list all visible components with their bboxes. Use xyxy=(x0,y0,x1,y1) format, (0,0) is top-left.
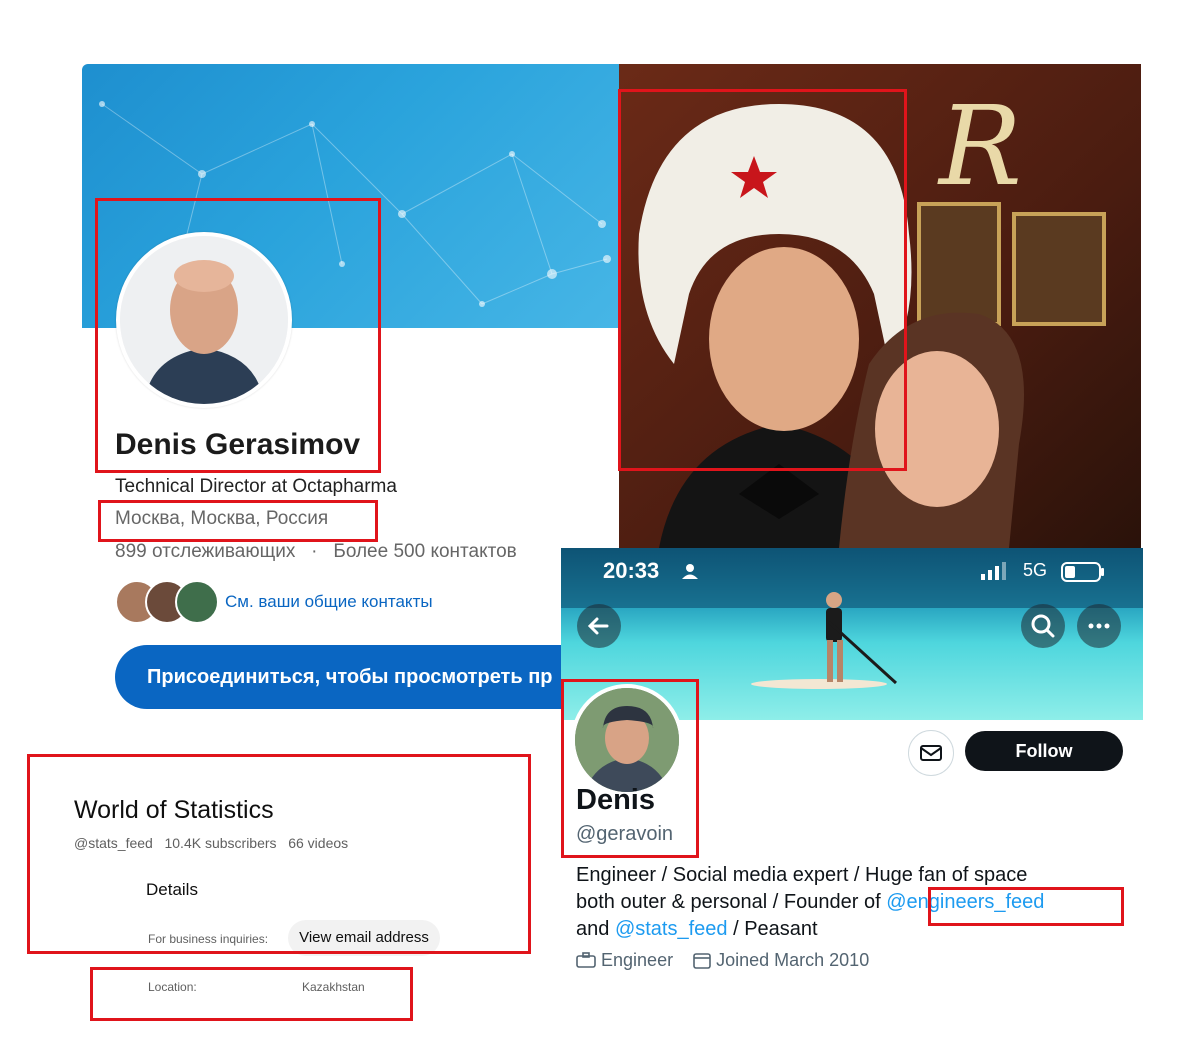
phone-status-bar: 20:33 5G xyxy=(561,558,1143,588)
bio-line: and @stats_feed / Peasant xyxy=(576,918,818,941)
back-arrow-icon[interactable] xyxy=(577,604,621,648)
separator-dot: · xyxy=(300,541,329,562)
selfie-photo: R xyxy=(619,64,1141,548)
engineers-feed-link[interactable]: @engineers_feed xyxy=(886,891,1044,913)
channel-handle[interactable]: @stats_feed xyxy=(74,835,153,851)
bio-text: and xyxy=(576,918,615,940)
battery-icon xyxy=(1061,562,1104,582)
message-button[interactable] xyxy=(908,730,954,776)
network-type: 5G xyxy=(1023,560,1048,580)
profile-headline: Technical Director at Octapharma xyxy=(115,476,397,497)
bio-text: / Peasant xyxy=(727,918,818,940)
linkedin-avatar[interactable] xyxy=(116,232,292,408)
video-count: 66 videos xyxy=(288,835,349,851)
youtube-channel-details: World of Statistics @stats_feed 10.4K su… xyxy=(30,756,530,1056)
user-handle: @geravoin xyxy=(576,823,674,845)
stats-feed-link[interactable]: @stats_feed xyxy=(615,918,728,940)
bio-line: both outer & personal / Founder of @engi… xyxy=(576,891,1044,914)
twitter-profile: 20:33 5G Follow Denis @geravoin Engineer… xyxy=(561,548,1143,988)
channel-stats: @stats_feed 10.4K subscribers 66 videos xyxy=(74,835,348,851)
profile-name: Denis Gerasimov xyxy=(115,428,361,461)
person-icon xyxy=(682,564,698,579)
twitter-avatar[interactable] xyxy=(571,684,683,796)
bio-line: Engineer / Social media expert / Huge fa… xyxy=(576,864,1028,886)
follower-stats: 899 отслеживающих · Более 500 контактов xyxy=(115,541,517,563)
contact-avatar xyxy=(175,580,219,624)
shared-contacts-link[interactable]: См. ваши общие контакты xyxy=(225,592,433,612)
photo-image: R xyxy=(619,64,1141,548)
location-value: Kazakhstan xyxy=(302,980,365,994)
view-email-button[interactable]: View email address xyxy=(288,920,440,956)
location-label: Location: xyxy=(148,980,197,994)
business-label: For business inquiries: xyxy=(148,932,269,946)
signal-icon xyxy=(981,562,1006,580)
profile-person-icon xyxy=(575,688,679,792)
contacts-count[interactable]: Более 500 контактов xyxy=(333,541,516,562)
join-button[interactable]: Присоединиться, чтобы просмотреть пр xyxy=(115,645,622,709)
display-name: Denis xyxy=(576,784,655,816)
join-date: Joined March 2010 xyxy=(716,950,870,970)
more-options-icon[interactable] xyxy=(1077,604,1121,648)
linkedin-profile-card: Denis Gerasimov Technical Director at Oc… xyxy=(82,64,622,724)
calendar-icon xyxy=(693,953,711,969)
briefcase-icon xyxy=(576,952,596,968)
profession: Engineer xyxy=(601,950,674,970)
status-time: 20:33 xyxy=(603,558,660,583)
profile-meta: Engineer Joined March 2010 xyxy=(576,950,869,971)
search-icon[interactable] xyxy=(1021,604,1065,648)
follow-button[interactable]: Follow xyxy=(965,731,1123,771)
details-heading: Details xyxy=(146,880,198,899)
svg-text:R: R xyxy=(937,82,1022,210)
channel-name: World of Statistics xyxy=(74,796,274,824)
mail-icon xyxy=(920,745,942,761)
followers-count[interactable]: 899 отслеживающих xyxy=(115,541,295,562)
subscriber-count: 10.4K subscribers xyxy=(164,835,277,851)
profile-location: Москва, Москва, Россия xyxy=(115,508,329,529)
profile-person-icon xyxy=(120,236,288,404)
bio-text: both outer & personal / Founder of xyxy=(576,891,887,913)
